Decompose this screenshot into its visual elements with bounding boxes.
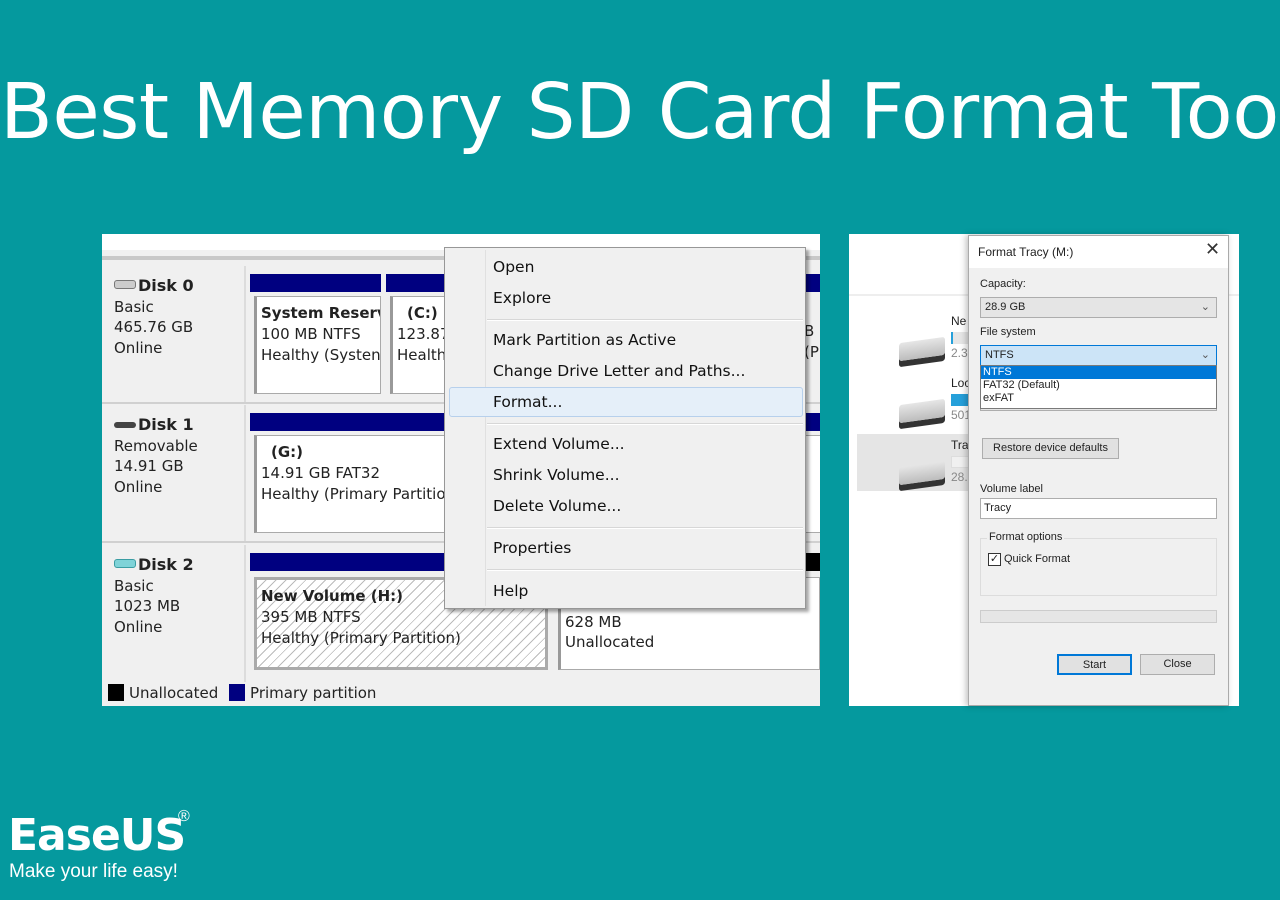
capacity-label: Capacity: [980,278,1026,290]
partition-size: 628 MB [565,613,622,631]
menu-separator [487,423,803,425]
menu-item-properties[interactable]: Properties [493,536,571,560]
menu-item-shrink-volume[interactable]: Shrink Volume... [493,463,620,487]
disk-name: Disk 2 [138,555,194,574]
legend-label: Unallocated [129,684,219,702]
file-system-select[interactable]: NTFS ⌄ [980,345,1217,366]
legend-label: Primary partition [250,684,377,702]
disk-label[interactable]: Disk 1 Removable 14.91 GB Online [104,405,246,541]
disk-type: Basic [114,576,154,595]
disk-name: Disk 1 [138,415,194,434]
option-ntfs[interactable]: NTFS [981,366,1216,379]
restore-defaults-button[interactable]: Restore device defaults [982,438,1119,459]
menu-item-open[interactable]: Open [493,255,534,279]
partition-system-reserved[interactable]: System Reserv 100 MB NTFS Healthy (Syste… [254,296,381,394]
menu-gutter [485,250,486,606]
drive-name[interactable]: Tra [951,438,969,452]
start-button[interactable]: Start [1057,654,1132,675]
disk-status: Online [114,477,163,496]
partition-size: B [804,322,815,340]
drive-size: 2.3 [951,346,968,360]
file-system-label: File system [980,326,1036,338]
legend: Unallocated Primary partition [102,682,820,706]
partition-status: (P [804,343,819,361]
drive-icon [899,398,945,424]
option-fat32[interactable]: FAT32 (Default) [981,379,1216,392]
page-title: Best Memory SD Card Format Tool [0,68,1280,157]
menu-separator [487,569,803,571]
volume-label-label: Volume label [980,483,1043,495]
format-options-label: Format options [987,531,1065,543]
progress-bar [980,610,1217,623]
file-system-value: NTFS [985,349,1014,361]
chevron-down-icon: ⌄ [1200,301,1210,313]
usb-disk-icon [114,559,136,568]
drive-usage-bar [951,456,969,468]
option-exfat[interactable]: exFAT [981,392,1216,405]
brand-tagline: Make your life easy! [9,861,178,882]
partition-bar [250,274,381,292]
menu-item-mark-active[interactable]: Mark Partition as Active [493,328,676,352]
context-menu: Open Explore Mark Partition as Active Ch… [444,247,806,609]
disk-type: Removable [114,436,198,455]
capacity-value: 28.9 GB [985,301,1026,313]
registered-mark: ® [178,808,190,825]
disk-status: Online [114,338,163,357]
partition-status: Healthy (Primary Partition) [261,629,461,647]
close-icon[interactable]: ✕ [1205,239,1220,260]
disk-name: Disk 0 [138,276,194,295]
capacity-select[interactable]: 28.9 GB ⌄ [980,297,1217,318]
partition-status: Healthy (Systen [261,346,381,364]
partition-size: 395 MB NTFS [261,608,361,626]
easeus-logo: EaseUS [8,810,186,861]
close-button[interactable]: Close [1140,654,1215,675]
menu-separator [487,527,803,529]
disk-size: 1023 MB [114,597,181,615]
file-system-dropdown: NTFS FAT32 (Default) exFAT [980,365,1217,409]
disk-label[interactable]: Disk 2 Basic 1023 MB Online [104,545,246,683]
chevron-down-icon: ⌄ [1200,349,1210,361]
format-options-group [980,538,1217,596]
removable-disk-icon [114,422,136,428]
drive-name[interactable]: Ne [951,314,966,328]
legend-swatch-primary [229,684,246,701]
menu-item-delete-volume[interactable]: Delete Volume... [493,494,621,518]
volume-label-input[interactable]: Tracy [980,498,1217,519]
quick-format-label: Quick Format [1004,553,1071,565]
disk-size: 14.91 GB [114,457,184,475]
partition-name: System Reserv [261,304,381,322]
quick-format-checkbox[interactable]: ✓ [988,553,1001,566]
disk-size: 465.76 GB [114,318,194,336]
legend-swatch-unallocated [108,684,124,701]
menu-item-explore[interactable]: Explore [493,286,551,310]
disk-label[interactable]: Disk 0 Basic 465.76 GB Online [104,266,246,402]
menu-separator [487,319,803,321]
menu-item-change-drive-letter[interactable]: Change Drive Letter and Paths... [493,359,745,383]
dialog-title: Format Tracy (M:) [978,245,1074,259]
disk-status: Online [114,617,163,636]
menu-item-format[interactable]: Format... [493,390,562,414]
format-dialog: Format Tracy (M:) ✕ Capacity: 28.9 GB ⌄ F… [968,235,1229,706]
drive-icon [899,336,945,362]
disk-type: Basic [114,297,154,316]
hard-disk-icon [114,280,136,289]
partition-right-fragment: B (P [804,321,819,363]
partition-status: Unallocated [565,633,655,651]
menu-item-extend-volume[interactable]: Extend Volume... [493,432,625,456]
menu-item-help[interactable]: Help [493,579,528,603]
partition-size: 100 MB NTFS [261,325,361,343]
drive-size: 28. [951,470,968,484]
drive-usage-bar [951,394,969,406]
drive-usage-bar [951,332,969,344]
